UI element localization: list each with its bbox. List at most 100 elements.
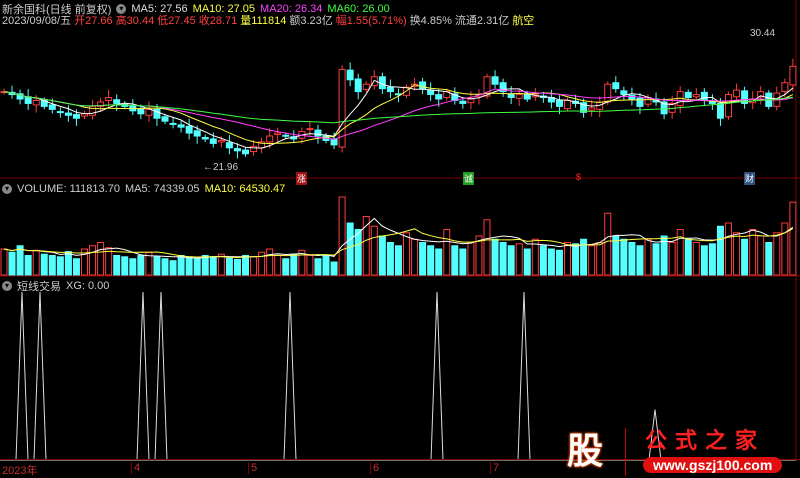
volume-bar <box>330 261 338 276</box>
volume-bar <box>322 255 330 276</box>
volume-bar <box>459 248 467 276</box>
candle-body <box>604 83 612 103</box>
candle-body <box>725 94 732 118</box>
volume-bar <box>354 229 362 276</box>
volume-bar <box>483 219 491 276</box>
volume-bar <box>733 232 741 276</box>
volume-bar <box>604 212 612 276</box>
volume-bar <box>121 256 129 276</box>
volume-bar <box>507 245 515 276</box>
candle-body <box>386 86 394 93</box>
candle-body <box>612 82 620 90</box>
candle-body <box>185 125 193 134</box>
candle-body <box>330 138 338 146</box>
volume-bar <box>40 253 48 276</box>
watermark-logo: 股 公式之家 www.gszj100.com <box>555 420 800 478</box>
volume-bar <box>153 256 161 276</box>
candle-body <box>193 130 201 137</box>
volume-bar <box>32 249 40 276</box>
volume-bar <box>56 256 64 276</box>
volume-bar <box>290 253 298 276</box>
volume-bar <box>64 251 72 276</box>
xg-spike <box>517 291 531 461</box>
dropdown-icon[interactable]: ▾ <box>2 184 12 194</box>
axis-label: 5 <box>248 462 257 474</box>
candle-body <box>177 124 185 128</box>
candle-body <box>555 99 563 107</box>
volume-bar <box>419 242 427 276</box>
axis-label: 6 <box>370 462 379 474</box>
volume-bar <box>24 255 32 276</box>
candle-body <box>354 78 362 93</box>
candle-body <box>137 108 145 115</box>
candle-body <box>242 149 249 155</box>
candle-body <box>314 129 322 137</box>
candle-body <box>282 134 290 137</box>
volume-bar <box>185 256 193 276</box>
signal-cheng: 诚 <box>463 172 475 185</box>
volume-bar <box>97 242 105 276</box>
axis-label: 7 <box>490 462 499 474</box>
candle-body <box>507 93 515 99</box>
volume-bar <box>708 243 716 276</box>
volume-bar <box>306 255 314 276</box>
volume-bar <box>378 235 386 276</box>
volume-bar <box>451 245 459 276</box>
volume-bar <box>16 245 24 276</box>
candle-body <box>32 99 40 106</box>
volume-bar <box>652 243 660 276</box>
candle-body <box>169 122 177 125</box>
candle-body <box>56 111 64 114</box>
xg-value: XG: 0.00 <box>66 280 110 292</box>
volume-bar <box>741 238 749 276</box>
candle-body <box>362 83 370 90</box>
candle-body <box>684 91 692 99</box>
volume-bar <box>282 258 290 276</box>
candle-body <box>145 108 153 116</box>
volume-bar <box>612 235 620 276</box>
volume-bar <box>467 242 475 276</box>
candle-body <box>435 94 443 100</box>
xg-spike <box>33 291 47 461</box>
volume-bar <box>201 255 209 276</box>
candle-body <box>467 98 475 104</box>
volume-bar <box>435 248 443 276</box>
volume-bar <box>394 245 402 276</box>
volume-bar <box>338 196 346 276</box>
high-annotation: 30.44 <box>750 28 776 39</box>
xg-label: 短线交易 <box>17 281 61 293</box>
volume-bar <box>193 258 201 276</box>
volume-bar <box>113 255 121 276</box>
chart-canvas[interactable] <box>0 0 800 478</box>
volume-bar <box>596 242 604 276</box>
candle-body <box>620 90 628 96</box>
candle-body <box>427 89 435 96</box>
low-annotation: ←21.96 <box>203 162 239 173</box>
candle-body <box>564 99 571 110</box>
dropdown-icon[interactable]: ▾ <box>2 281 12 291</box>
volume-bar <box>129 258 137 276</box>
volume-bar <box>233 258 241 276</box>
candle-body <box>72 114 80 119</box>
volume-bar <box>443 229 451 276</box>
candle-body <box>692 94 700 98</box>
candle-body <box>459 100 467 104</box>
signal-dollar: $ <box>576 172 582 182</box>
xg-spike <box>283 291 297 461</box>
candle-body <box>716 102 724 119</box>
volume-bar <box>217 253 225 276</box>
volume-bar <box>225 257 233 276</box>
volume-bar <box>491 238 499 276</box>
logo-name: 公式之家 <box>645 428 766 454</box>
candle-body <box>225 142 233 149</box>
xg-header: ▾ 短线交易 XG: 0.00 <box>2 278 109 294</box>
volume-bar <box>692 242 700 276</box>
volume-bar <box>668 242 676 276</box>
volume-label: VOLUME: 111813.70 <box>17 183 120 195</box>
signal-cai: 财 <box>744 172 756 185</box>
volume-bar <box>161 258 169 276</box>
signal-zhang: 涨 <box>296 172 308 185</box>
volume-bar <box>700 245 708 276</box>
candle-body <box>250 145 258 153</box>
candle-body <box>419 81 427 90</box>
